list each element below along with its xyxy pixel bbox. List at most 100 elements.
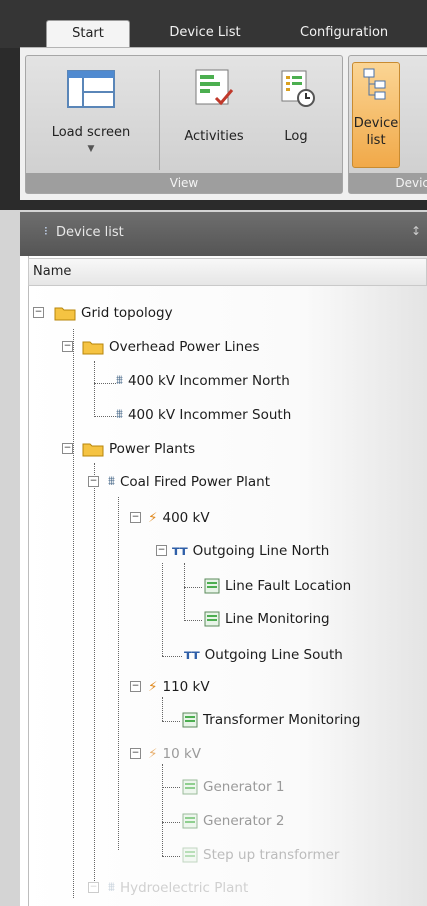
device-list-panel-header: ⁝ Device list ↕ [20,212,427,256]
log-button[interactable]: Log [260,66,332,156]
tree-node-overhead-power-lines[interactable]: Overhead Power Lines [82,335,260,359]
tab-device-list[interactable]: Device List [150,20,260,48]
tree-node-outgoing-line-south[interactable]: ᴛᴛ Outgoing Line South [184,643,343,667]
tree-node-label: Outgoing Line North [192,543,330,559]
tree-line [162,822,180,823]
expander-power-plants[interactable]: − [62,443,73,454]
ribbon-body: Load screen ▼ Activities Log View Device… [20,47,427,200]
tree-node-label: Step up transformer [203,847,340,863]
tree-node-grid-topology[interactable]: Grid topology [54,301,173,325]
ribbon-separator [159,70,160,170]
expander-10kv[interactable]: − [130,748,141,759]
ribbon-group-device: Device list Devic [348,55,427,194]
tree-node-110kv[interactable]: ⚡ 110 kV [148,675,210,699]
device-list-label-line2: list [366,133,386,148]
monitor-screen-icon [182,712,198,728]
tree-left-border [28,256,29,906]
tree-node-label: 10 kV [162,746,202,762]
activities-icon [195,69,234,106]
tree-node-400kv-incommer-north[interactable]: ⩩ 400 kV Incommer North [116,369,290,393]
tree-node-label: 400 kV Incommer South [127,407,292,423]
tree-node-step-up-transformer[interactable]: Step up transformer [182,843,339,867]
tree-line [162,764,163,856]
tree-node-label: 400 kV Incommer North [127,373,290,389]
tree-node-line-fault-location[interactable]: Line Fault Location [204,574,351,598]
tab-start[interactable]: Start [46,20,130,48]
tree-line [162,563,163,656]
tree-line [73,329,74,898]
device-list-button[interactable]: Device list [352,62,400,168]
voltage-bolt-icon: ⚡ [148,679,158,695]
ribbon-bottom-gap [0,200,427,210]
tree-node-hydroelectric-plant[interactable]: ⩩ Hydroelectric Plant [108,876,248,900]
tree-node-label: Overhead Power Lines [109,339,260,355]
expander-110kv[interactable]: − [130,681,141,692]
load-screen-icon [67,70,115,108]
monitor-screen-icon [182,847,198,863]
ribbon: Start Device List Configuration Load scr… [0,0,427,200]
ribbon-group-view: Load screen ▼ Activities Log View [25,55,343,194]
expander-grid-topology[interactable]: − [33,307,44,318]
voltage-bolt-icon: ⚡ [148,746,158,762]
tree-line [184,587,202,588]
activities-label: Activities [184,129,244,144]
load-screen-label: Load screen [51,125,131,140]
ribbon-group-label-view: View [26,173,342,193]
tree-line [184,620,202,621]
tree-node-generator-2[interactable]: Generator 2 [182,809,284,833]
device-list-label-line1: Device [353,116,399,131]
tree-line [162,721,180,722]
tree-line [94,463,95,883]
tree-line [162,856,180,857]
expander-coal-fired-power-plant[interactable]: − [88,476,99,487]
expander-overhead-power-lines[interactable]: − [62,341,73,352]
tree-node-transformer-monitoring[interactable]: Transformer Monitoring [182,708,361,732]
tree-node-label: Power Plants [109,441,196,457]
tree-node-400kv-incommer-south[interactable]: ⩩ 400 kV Incommer South [116,403,291,427]
log-label: Log [284,129,308,144]
tree-node-400kv[interactable]: ⚡ 400 kV [148,506,210,530]
monitor-screen-icon [182,779,198,795]
column-header-name[interactable]: Name [28,258,427,286]
power-line-icon: ⩩ [116,373,123,388]
tree-node-label: Generator 2 [203,813,285,829]
ribbon-group-label-device: Devic [349,173,427,193]
tab-strip: Start Device List Configuration [0,0,427,48]
tree-node-power-plants[interactable]: Power Plants [82,437,195,461]
device-list-icon [363,68,386,100]
tree-node-10kv[interactable]: ⚡ 10 kV [148,742,201,766]
tree-node-label: Transformer Monitoring [203,712,361,728]
expander-outgoing-line-north[interactable]: − [156,545,167,556]
tree-line [94,361,95,417]
tree-node-outgoing-line-north[interactable]: ᴛᴛ Outgoing Line North [172,539,329,563]
tab-configuration[interactable]: Configuration [300,20,427,48]
load-screen-button[interactable]: Load screen ▼ [30,66,152,166]
expander-400kv[interactable]: − [130,512,141,523]
monitor-screen-icon [182,813,198,829]
tree-node-label: Outgoing Line South [204,647,343,663]
tree-node-generator-1[interactable]: Generator 1 [182,775,284,799]
pin-icon[interactable]: ↕ [411,224,421,238]
power-line-icon: ⩩ [116,407,123,422]
tree-line [162,697,163,721]
tree-node-line-monitoring[interactable]: Line Monitoring [204,607,330,631]
activities-button[interactable]: Activities [168,66,260,156]
outgoing-line-icon: ᴛᴛ [172,543,188,559]
folder-icon [82,443,104,457]
log-icon [281,70,315,107]
tree-node-coal-fired-power-plant[interactable]: ⩩ Coal Fired Power Plant [108,470,270,494]
column-header-label: Name [33,264,72,279]
tree-line [184,563,185,621]
monitor-screen-icon [204,578,220,594]
tree-node-label: Coal Fired Power Plant [119,474,271,490]
power-line-icon: ⩩ [108,474,115,489]
tree-node-label: Grid topology [81,305,173,321]
chevron-down-icon: ▼ [87,144,95,154]
tree-node-label: Hydroelectric Plant [119,880,249,896]
tree-line [162,656,182,657]
tree-line [94,383,116,384]
device-list-small-icon: ⁝ [44,224,48,238]
tree-line [162,787,180,788]
power-line-icon: ⩩ [108,880,115,895]
expander-hydroelectric-plant[interactable]: − [88,882,99,893]
